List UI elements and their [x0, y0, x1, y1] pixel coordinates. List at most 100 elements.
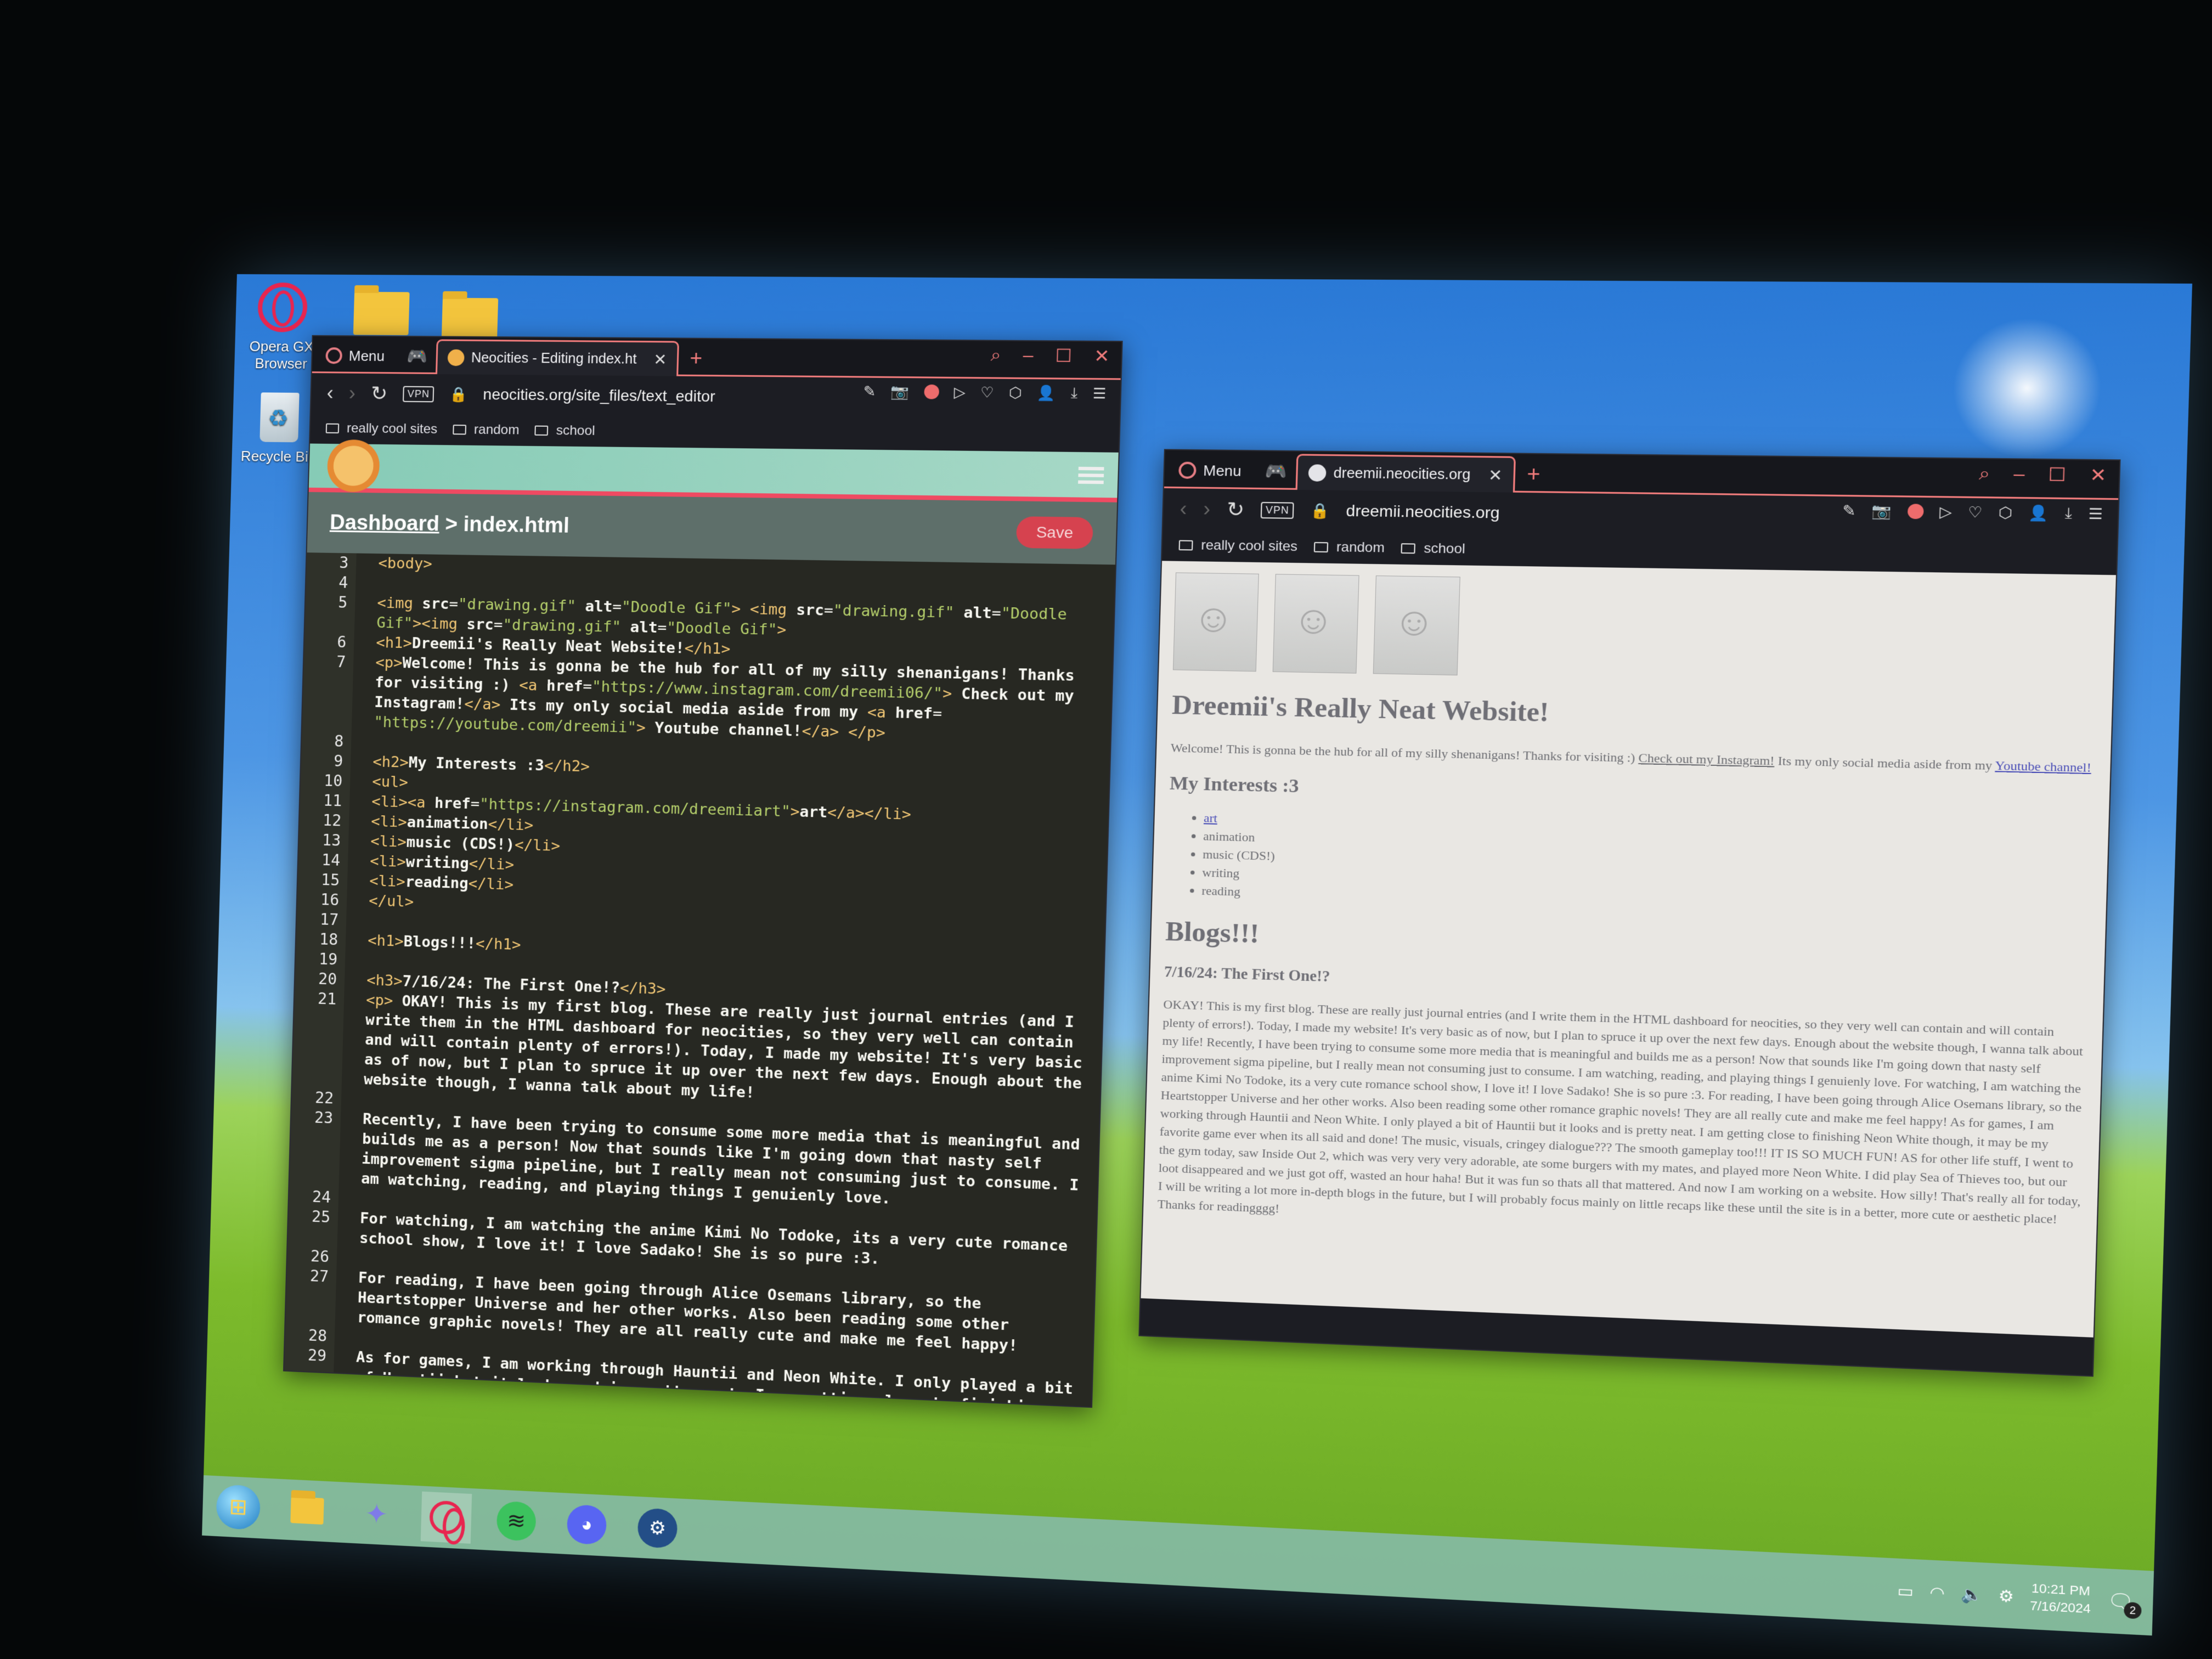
- neocities-mascot-logo[interactable]: [319, 438, 387, 500]
- globe-favicon-icon: [1308, 464, 1327, 482]
- camera-icon[interactable]: 📷: [890, 383, 910, 400]
- easy-setup-icon[interactable]: ☰: [1092, 385, 1107, 402]
- line-number: 21: [292, 988, 345, 1089]
- close-window-button[interactable]: ✕: [1094, 345, 1110, 366]
- new-tab-button[interactable]: +: [1515, 458, 1553, 492]
- notification-center-button[interactable]: 🗨 2: [2107, 1589, 2142, 1620]
- folder-icon: [1313, 541, 1329, 553]
- line-number: 22: [291, 1087, 342, 1109]
- battery-icon[interactable]: ▭: [1897, 1581, 1914, 1601]
- tab-bar: Menu 🎮 Neocities - Editing index.ht ✕ + …: [312, 336, 1122, 380]
- interest-art-link[interactable]: art: [1204, 811, 1218, 825]
- heart-icon[interactable]: ♡: [980, 383, 994, 401]
- camera-icon[interactable]: 📷: [1871, 502, 1892, 520]
- web-page-content: Dreemii's Really Neat Website! Welcome! …: [1141, 561, 2116, 1338]
- opera-menu-button[interactable]: Menu: [1164, 454, 1256, 488]
- forward-button[interactable]: ›: [1203, 497, 1211, 521]
- edit-share-icon[interactable]: ✎: [1842, 501, 1856, 520]
- toolbar-extensions: ✎ 📷 ▷ ♡ ⬡ 👤 ⤓ ☰: [863, 382, 1107, 403]
- profile-icon[interactable]: 👤: [1037, 384, 1056, 402]
- youtube-link[interactable]: Youtube channel!: [1995, 758, 2091, 775]
- taskbar-file-explorer[interactable]: [282, 1485, 333, 1537]
- menu-label: Menu: [348, 347, 385, 364]
- start-button[interactable]: ⊞: [213, 1481, 263, 1533]
- reload-button[interactable]: ↻: [1226, 498, 1245, 522]
- bookmark-label: school: [1423, 540, 1466, 557]
- tab-neocities-editor[interactable]: Neocities - Editing index.ht ✕: [436, 339, 679, 376]
- settings-gear-icon[interactable]: ⚙: [1998, 1586, 2014, 1606]
- bookmark-folder-really-cool-sites[interactable]: really cool sites: [325, 421, 438, 437]
- back-button[interactable]: ‹: [326, 381, 334, 404]
- new-tab-button[interactable]: +: [678, 342, 714, 375]
- bookmark-folder-random[interactable]: random: [453, 422, 520, 438]
- easy-setup-icon[interactable]: ☰: [2088, 505, 2103, 523]
- vpn-badge[interactable]: VPN: [403, 386, 435, 402]
- cube-icon[interactable]: ⬡: [1009, 384, 1023, 402]
- line-number: 3: [306, 552, 357, 573]
- wallpaper-sun: [1950, 317, 2104, 460]
- tab-dreemii-site[interactable]: dreemii.neocities.org ✕: [1295, 454, 1516, 493]
- minimize-button[interactable]: –: [2013, 463, 2025, 486]
- back-button[interactable]: ‹: [1180, 497, 1187, 521]
- gx-corner-icon[interactable]: 🎮: [397, 340, 437, 373]
- taskbar-spotify[interactable]: ≋: [490, 1495, 542, 1547]
- bookmark-folder-school[interactable]: school: [1401, 540, 1465, 557]
- url-field[interactable]: dreemii.neocities.org: [1346, 502, 1500, 522]
- vpn-badge[interactable]: VPN: [1260, 501, 1294, 519]
- reload-button[interactable]: ↻: [370, 382, 388, 405]
- line-number: 5: [304, 592, 356, 633]
- close-tab-icon[interactable]: ✕: [653, 350, 667, 369]
- save-button[interactable]: Save: [1016, 516, 1093, 549]
- profile-icon[interactable]: 👤: [2028, 504, 2049, 522]
- bookmark-folder-random[interactable]: random: [1313, 539, 1385, 556]
- line-number: 7: [302, 651, 354, 732]
- wifi-icon[interactable]: ◠: [1929, 1582, 1945, 1602]
- file-explorer-icon: [290, 1496, 324, 1525]
- taskbar-steam[interactable]: ⚙: [631, 1502, 684, 1555]
- code-editor[interactable]: 3 <body> 4 5 <img src="drawing.gif" alt="Do…: [284, 552, 1115, 1408]
- doodle-gif-image: [1272, 574, 1359, 674]
- download-icon[interactable]: ⤓: [1070, 384, 1078, 402]
- send-icon[interactable]: ▷: [1939, 503, 1952, 521]
- desktop-icon-label: Recycle Bin: [240, 448, 317, 465]
- volume-icon[interactable]: 🔈: [1961, 1584, 1983, 1604]
- close-window-button[interactable]: ✕: [2090, 464, 2107, 486]
- taskbar-app-bird[interactable]: ✦: [351, 1488, 402, 1540]
- lock-icon[interactable]: 🔒: [449, 386, 468, 403]
- search-icon[interactable]: ⌕: [1979, 462, 1990, 485]
- window-controls: ⌕ – ☐ ✕: [1979, 462, 2107, 486]
- heart-icon[interactable]: ♡: [1968, 503, 1983, 521]
- bookmark-folder-really-cool-sites[interactable]: really cool sites: [1178, 537, 1297, 555]
- forward-button[interactable]: ›: [348, 382, 356, 405]
- clock[interactable]: 10:21 PM 7/16/2024: [2030, 1579, 2092, 1618]
- line-number: 17: [296, 909, 347, 930]
- instagram-link[interactable]: Check out my Instagram!: [1638, 751, 1775, 768]
- line-number: 23: [289, 1107, 341, 1188]
- maximize-button[interactable]: ☐: [2048, 464, 2067, 486]
- breadcrumb-dashboard-link[interactable]: Dashboard: [330, 511, 440, 535]
- doodle-gif-image: [1172, 572, 1259, 672]
- gx-corner-icon[interactable]: 🎮: [1255, 455, 1297, 488]
- url-field[interactable]: neocities.org/site_files/text_editor: [483, 386, 715, 405]
- hamburger-menu-icon[interactable]: [1078, 466, 1104, 484]
- adblock-icon[interactable]: [1907, 504, 1924, 520]
- close-tab-icon[interactable]: ✕: [1488, 465, 1503, 484]
- send-icon[interactable]: ▷: [953, 383, 966, 401]
- toolbar-extensions: ✎ 📷 ▷ ♡ ⬡ 👤 ⤓ ☰: [1842, 501, 2103, 523]
- welcome-text: Its my only social media aside from my: [1774, 753, 1996, 773]
- cube-icon[interactable]: ⬡: [1998, 504, 2013, 522]
- lock-icon[interactable]: 🔒: [1310, 501, 1330, 520]
- taskbar-discord[interactable]: ◕: [561, 1498, 612, 1551]
- adblock-icon[interactable]: [923, 384, 939, 399]
- download-icon[interactable]: ⤓: [2064, 504, 2072, 523]
- taskbar-opera-gx[interactable]: [420, 1491, 472, 1544]
- maximize-button[interactable]: ☐: [1055, 345, 1072, 366]
- line-number: 25: [287, 1206, 338, 1248]
- edit-share-icon[interactable]: ✎: [863, 382, 876, 400]
- opera-menu-button[interactable]: Menu: [312, 340, 398, 373]
- search-icon[interactable]: ⌕: [990, 345, 1001, 366]
- bookmark-label: random: [473, 422, 520, 438]
- minimize-button[interactable]: –: [1023, 345, 1034, 366]
- interests-heading: My Interests :3: [1169, 772, 1300, 797]
- bookmark-folder-school[interactable]: school: [534, 423, 595, 439]
